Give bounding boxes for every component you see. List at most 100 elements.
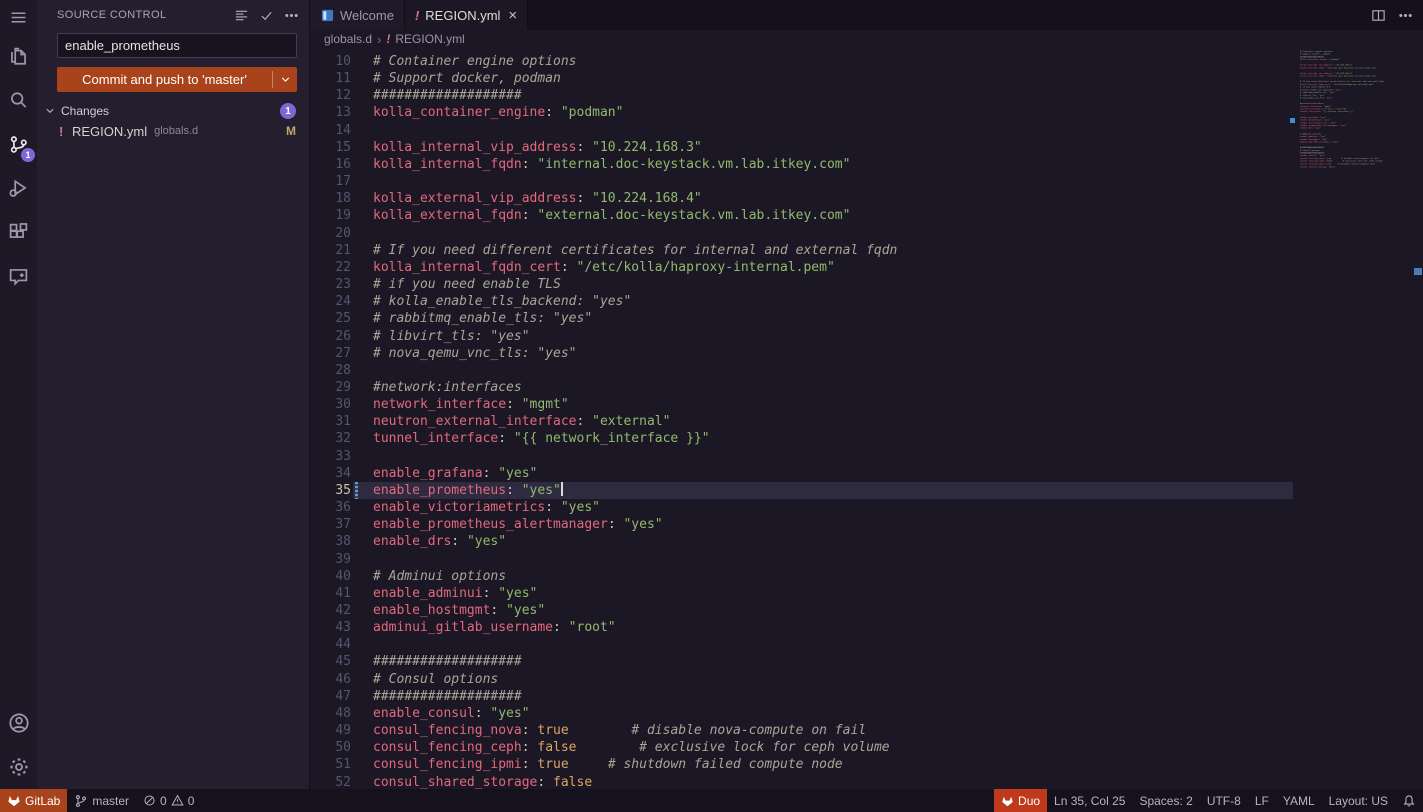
gutter	[351, 688, 373, 705]
menu-icon[interactable]	[0, 0, 37, 34]
code-line-12[interactable]: 12###################	[311, 87, 1423, 104]
code-line-34[interactable]: 34enable_grafana: "yes"	[311, 465, 1423, 482]
code-line-31[interactable]: 31neutron_external_interface: "external"	[311, 413, 1423, 430]
code-line-40[interactable]: 40# Adminui options	[311, 568, 1423, 585]
code-line-50[interactable]: 50consul_fencing_ceph: false # exclusive…	[311, 739, 1423, 756]
code-line-22[interactable]: 22kolla_internal_fqdn_cert: "/etc/kolla/…	[311, 259, 1423, 276]
code-line-51[interactable]: 51consul_fencing_ipmi: true # shutdown f…	[311, 756, 1423, 773]
line-number: 16	[311, 156, 351, 173]
split-editor-icon[interactable]	[1371, 8, 1386, 23]
minimap[interactable]: # Container engine options# Support dock…	[1300, 50, 1412, 789]
line-number: 20	[311, 225, 351, 242]
explorer-icon[interactable]	[0, 34, 37, 78]
encoding-setting[interactable]: UTF-8	[1200, 789, 1248, 812]
code-editor[interactable]: 10# Container engine options11# Support …	[311, 48, 1423, 789]
minimap-content: # Container engine options# Support dock…	[1300, 50, 1412, 168]
line-number: 38	[311, 533, 351, 550]
code-line-38[interactable]: 38enable_drs: "yes"	[311, 533, 1423, 550]
gutter	[351, 568, 373, 585]
code-line-27[interactable]: 27# nova_qemu_vnc_tls: "yes"	[311, 345, 1423, 362]
code-line-37[interactable]: 37enable_prometheus_alertmanager: "yes"	[311, 516, 1423, 533]
commit-message-input[interactable]	[57, 33, 297, 58]
code-line-42[interactable]: 42enable_hostmgmt: "yes"	[311, 602, 1423, 619]
code-line-10[interactable]: 10# Container engine options	[311, 53, 1423, 70]
tab-welcome[interactable]: Welcome	[311, 0, 405, 30]
breadcrumb-error-icon: !	[386, 32, 390, 46]
code-line-16[interactable]: 16kolla_internal_fqdn: "internal.doc-key…	[311, 156, 1423, 173]
code-line-13[interactable]: 13kolla_container_engine: "podman"	[311, 104, 1423, 121]
code-line-35[interactable]: 35enable_prometheus: "yes"	[311, 482, 1423, 499]
code-line-11[interactable]: 11# Support docker, podman	[311, 70, 1423, 87]
code-line-32[interactable]: 32tunnel_interface: "{{ network_interfac…	[311, 430, 1423, 447]
problems-indicator[interactable]: 0 0	[136, 789, 201, 812]
extensions-icon[interactable]	[0, 210, 37, 254]
code-line-44[interactable]: 44	[311, 636, 1423, 653]
code-line-45[interactable]: 45###################	[311, 653, 1423, 670]
code-line-41[interactable]: 41enable_adminui: "yes"	[311, 585, 1423, 602]
code-line-29[interactable]: 29#network:interfaces	[311, 379, 1423, 396]
code-line-48[interactable]: 48enable_consul: "yes"	[311, 705, 1423, 722]
eol-setting[interactable]: LF	[1248, 789, 1276, 812]
code-line-52[interactable]: 52consul_shared_storage: false	[311, 774, 1423, 789]
code-line-46[interactable]: 46# Consul options	[311, 671, 1423, 688]
commit-check-icon[interactable]	[259, 8, 274, 23]
gutter	[351, 207, 373, 224]
language-mode[interactable]: YAML	[1276, 789, 1322, 812]
gutter	[351, 636, 373, 653]
changed-file-row[interactable]: ! REGION.yml globals.d M	[37, 121, 309, 141]
breadcrumb[interactable]: globals.d › ! REGION.yml	[311, 30, 1423, 48]
tab-close-icon[interactable]: ×	[508, 8, 517, 23]
code-line-28[interactable]: 28	[311, 362, 1423, 379]
duo-status-button[interactable]: Duo	[994, 789, 1047, 812]
code-line-19[interactable]: 19kolla_external_fqdn: "external.doc-key…	[311, 207, 1423, 224]
keyboard-layout[interactable]: Layout: US	[1322, 789, 1395, 812]
gutter	[351, 619, 373, 636]
commit-options-chevron-icon[interactable]	[273, 73, 297, 86]
code-line-20[interactable]: 20	[311, 225, 1423, 242]
gutter	[351, 396, 373, 413]
gutter	[351, 705, 373, 722]
duo-chat-icon[interactable]	[0, 254, 37, 298]
code-line-14[interactable]: 14	[311, 122, 1423, 139]
branch-indicator[interactable]: master	[67, 789, 136, 812]
notifications-bell-icon[interactable]	[1395, 789, 1423, 812]
code-line-18[interactable]: 18kolla_external_vip_address: "10.224.16…	[311, 190, 1423, 207]
code-line-39[interactable]: 39	[311, 551, 1423, 568]
account-icon[interactable]	[0, 701, 37, 745]
search-icon[interactable]	[0, 78, 37, 122]
code-line-36[interactable]: 36enable_victoriametrics: "yes"	[311, 499, 1423, 516]
line-number: 22	[311, 259, 351, 276]
gitlab-status-button[interactable]: GitLab	[0, 789, 67, 812]
code-line-43[interactable]: 43adminui_gitlab_username: "root"	[311, 619, 1423, 636]
commit-and-push-button[interactable]: Commit and push to 'master'	[57, 67, 297, 92]
editor-more-actions-icon[interactable]	[1398, 8, 1413, 23]
code-line-33[interactable]: 33	[311, 448, 1423, 465]
code-line-30[interactable]: 30network_interface: "mgmt"	[311, 396, 1423, 413]
run-debug-icon[interactable]	[0, 166, 37, 210]
settings-gear-icon[interactable]	[0, 745, 37, 789]
code-line-21[interactable]: 21# If you need different certificates f…	[311, 242, 1423, 259]
code-line-26[interactable]: 26# libvirt_tls: "yes"	[311, 328, 1423, 345]
changes-count-badge: 1	[280, 103, 296, 119]
breadcrumb-file[interactable]: REGION.yml	[395, 32, 464, 46]
branch-name: master	[92, 794, 129, 808]
code-line-24[interactable]: 24# kolla_enable_tls_backend: "yes"	[311, 293, 1423, 310]
source-control-icon[interactable]: 1	[0, 122, 37, 166]
tab-region-yml[interactable]: ! REGION.yml ×	[405, 0, 528, 30]
code-line-49[interactable]: 49consul_fencing_nova: true # disable no…	[311, 722, 1423, 739]
vscode-window: 1 SOURCE CONTROL Commi	[0, 0, 1423, 812]
tab-label: REGION.yml	[425, 8, 500, 23]
code-line-17[interactable]: 17	[311, 173, 1423, 190]
view-as-tree-icon[interactable]	[234, 8, 249, 23]
indentation-setting[interactable]: Spaces: 2	[1132, 789, 1199, 812]
more-actions-icon[interactable]	[284, 8, 299, 23]
code-line-15[interactable]: 15kolla_internal_vip_address: "10.224.16…	[311, 139, 1423, 156]
code-line-23[interactable]: 23# if you need enable TLS	[311, 276, 1423, 293]
cursor-position[interactable]: Ln 35, Col 25	[1047, 789, 1132, 812]
changes-section-header[interactable]: Changes 1	[37, 101, 309, 121]
line-number: 35	[311, 482, 351, 499]
gutter	[351, 310, 373, 327]
breadcrumb-folder[interactable]: globals.d	[324, 32, 372, 46]
code-line-47[interactable]: 47###################	[311, 688, 1423, 705]
code-line-25[interactable]: 25# rabbitmq_enable_tls: "yes"	[311, 310, 1423, 327]
